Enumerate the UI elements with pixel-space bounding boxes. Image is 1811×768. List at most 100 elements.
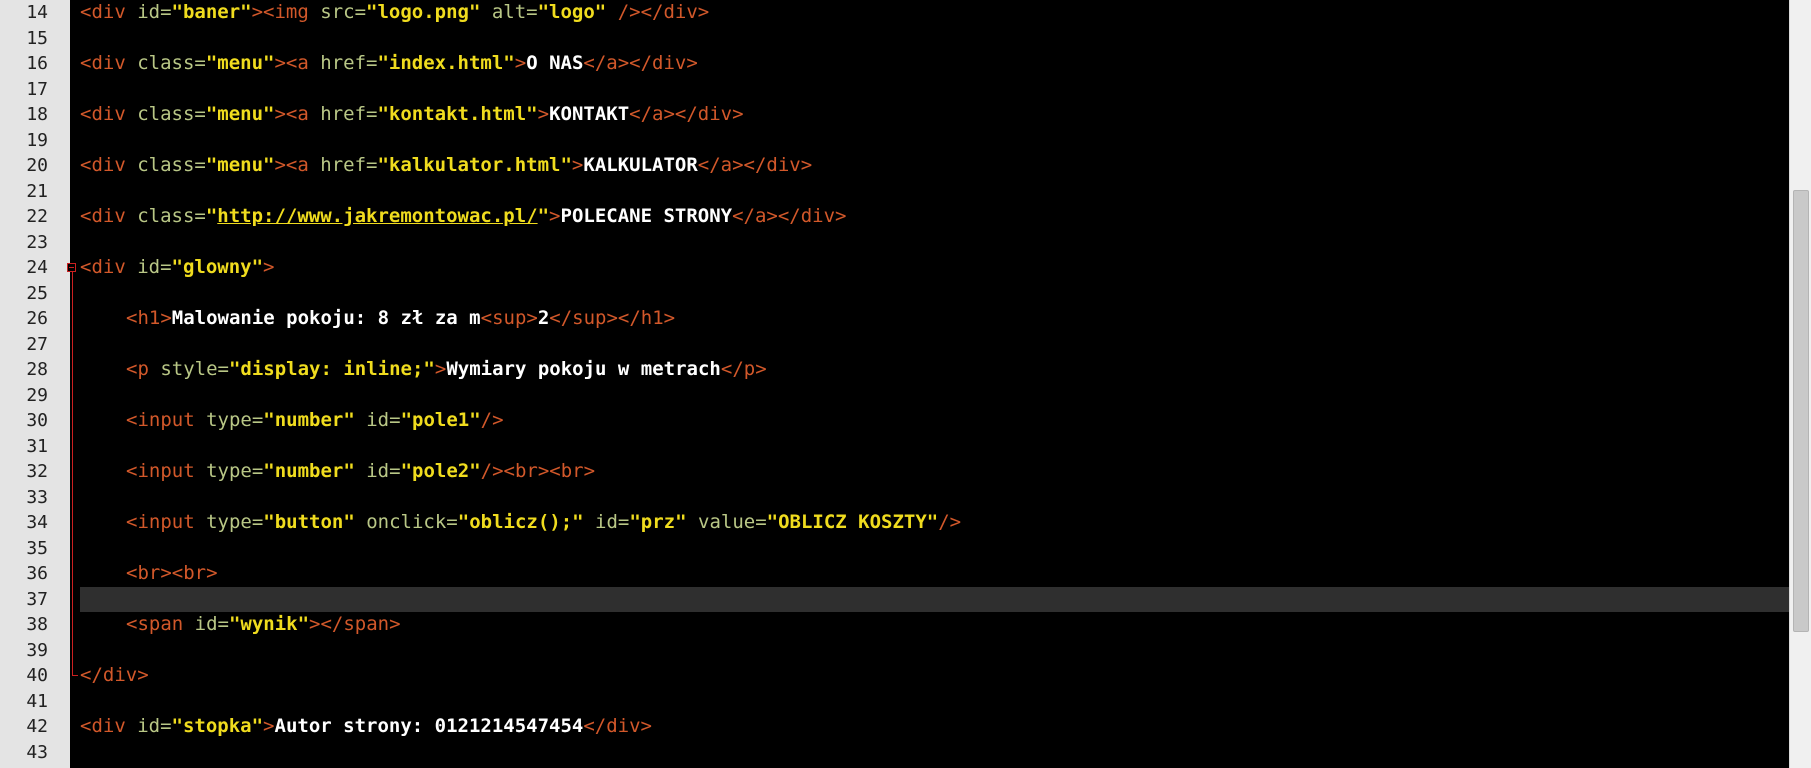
code-line-content[interactable] (80, 536, 1790, 562)
code-line-content[interactable]: </div> (80, 663, 1790, 689)
code-line-content[interactable]: <div id="stopka">Autor strony: 012121454… (80, 714, 1790, 740)
code-line[interactable]: 16 <div class="menu"><a href="index.html"… (0, 51, 1790, 77)
code-token: type= (206, 409, 264, 431)
code-line[interactable]: 18 <div class="menu"><a href="kontakt.htm… (0, 102, 1790, 128)
code-editor[interactable]: 14 <div id="baner"><img src="logo.png" al… (0, 0, 1811, 768)
code-token: > (514, 52, 527, 74)
code-line-content[interactable]: <div class="http://www.jakremontowac.pl/… (80, 204, 1790, 230)
code-line[interactable]: 34 <input type="button" onclick="oblicz()… (0, 510, 1790, 536)
code-token: POLECANE STRONY (560, 205, 733, 227)
code-token: class= (137, 52, 206, 74)
line-number: 42 (26, 716, 48, 737)
code-token: href= (320, 52, 378, 74)
line-number: 18 (26, 104, 48, 125)
code-token: <br><br> (126, 562, 218, 584)
code-token: href= (320, 154, 378, 176)
code-line[interactable]: 26 <h1>Malowanie pokoju: 8 zł za m<sup>2<… (0, 306, 1790, 332)
code-line[interactable]: 29 (0, 383, 1790, 409)
vertical-scrollbar[interactable] (1789, 0, 1811, 768)
code-line[interactable]: 32 <input type="number" id="pole2"/><br><… (0, 459, 1790, 485)
code-line[interactable]: 14 <div id="baner"><img src="logo.png" al… (0, 0, 1790, 26)
code-line[interactable]: 36 <br><br> (0, 561, 1790, 587)
code-line-content[interactable]: <div class="menu"><a href="kontakt.html"… (80, 102, 1790, 128)
code-line-content[interactable] (80, 230, 1790, 256)
code-line-content[interactable] (80, 179, 1790, 205)
code-line[interactable]: 38 <span id="wynik"></span> (0, 612, 1790, 638)
line-number: 15 (26, 27, 48, 49)
code-line[interactable]: 27 (0, 332, 1790, 358)
code-line-content[interactable]: <br><br> (80, 561, 1790, 587)
code-text: <div class="http://www.jakremontowac.pl/… (80, 204, 846, 230)
code-token: "menu" (205, 52, 275, 74)
code-line[interactable]: 24 <div id="glowny"> (0, 255, 1790, 281)
code-line-content[interactable] (80, 485, 1790, 511)
code-line-content[interactable] (80, 586, 1790, 612)
fold-range-line (72, 272, 73, 676)
code-token: "number" (263, 409, 355, 431)
code-line[interactable]: 19 (0, 128, 1790, 154)
code-line[interactable]: 43 (0, 740, 1790, 766)
code-line-content[interactable] (80, 689, 1790, 715)
code-line[interactable]: 15 (0, 26, 1790, 52)
code-token: <span (126, 613, 195, 635)
code-token: /> (938, 511, 962, 533)
fold-toggle-icon[interactable] (67, 263, 76, 272)
code-line[interactable]: 41 (0, 689, 1790, 715)
code-line-content[interactable] (80, 281, 1790, 307)
code-line[interactable]: 31 (0, 434, 1790, 460)
code-line-content[interactable] (80, 128, 1790, 154)
code-line[interactable]: 25 (0, 281, 1790, 307)
code-token: "kontakt.html" (377, 103, 538, 125)
code-line[interactable]: 40 </div> (0, 663, 1790, 689)
code-line[interactable]: 37 (0, 586, 1790, 612)
code-token: ></span> (309, 613, 401, 635)
code-token: ><a (274, 52, 321, 74)
line-number: 35 (26, 537, 48, 559)
code-token: id= (137, 1, 172, 23)
line-number: 22 (26, 206, 48, 227)
code-token: " (537, 205, 550, 227)
code-line-content[interactable]: <div class="menu"><a href="index.html">O… (80, 51, 1790, 77)
code-token: value= (686, 511, 767, 533)
code-line-content[interactable]: <input type="number" id="pole1"/> (80, 408, 1790, 434)
code-text: </div> (80, 663, 149, 689)
code-line[interactable]: 30 <input type="number" id="pole1"/> (0, 408, 1790, 434)
code-line-content[interactable]: <div id="glowny"> (80, 255, 1790, 281)
code-line[interactable]: 39 (0, 638, 1790, 664)
code-line-content[interactable]: <h1>Malowanie pokoju: 8 zł za m<sup>2</s… (80, 306, 1790, 332)
code-line-content[interactable]: <p style="display: inline;">Wymiary poko… (80, 357, 1790, 383)
code-line[interactable]: 20 <div class="menu"><a href="kalkulator.… (0, 153, 1790, 179)
code-line[interactable]: 23 (0, 230, 1790, 256)
code-line[interactable]: 17 (0, 77, 1790, 103)
code-line[interactable]: 42 <div id="stopka">Autor strony: 0121214… (0, 714, 1790, 740)
code-token: "menu" (205, 103, 275, 125)
code-token: </a></div> (583, 52, 698, 74)
code-token: type= (206, 511, 264, 533)
code-lines[interactable]: 14 <div id="baner"><img src="logo.png" al… (0, 0, 1790, 765)
code-line-content[interactable]: <div id="baner"><img src="logo.png" alt=… (80, 0, 1790, 26)
code-token: "menu" (205, 154, 275, 176)
code-token: "glowny" (171, 256, 264, 278)
code-line-content[interactable]: <input type="button" onclick="oblicz();"… (80, 510, 1790, 536)
scrollbar-thumb[interactable] (1793, 190, 1809, 632)
code-line-content[interactable] (80, 383, 1790, 409)
code-line[interactable]: 28 <p style="display: inline;">Wymiary po… (0, 357, 1790, 383)
code-line-content[interactable] (80, 332, 1790, 358)
code-token: class= (137, 205, 206, 227)
code-line-content[interactable]: <div class="menu"><a href="kalkulator.ht… (80, 153, 1790, 179)
code-token: "index.html" (377, 52, 515, 74)
line-number: 23 (26, 231, 48, 253)
code-line-content[interactable]: <span id="wynik"></span> (80, 612, 1790, 638)
code-line-content[interactable] (80, 77, 1790, 103)
code-line-content[interactable] (80, 740, 1790, 766)
code-line-content[interactable]: <input type="number" id="pole2"/><br><br… (80, 459, 1790, 485)
code-line-content[interactable] (80, 638, 1790, 664)
code-line-content[interactable] (80, 434, 1790, 460)
code-line[interactable]: 33 (0, 485, 1790, 511)
code-line[interactable]: 21 (0, 179, 1790, 205)
code-line-content[interactable] (80, 26, 1790, 52)
code-text: <div class="menu"><a href="index.html">O… (80, 51, 698, 77)
code-line[interactable]: 35 (0, 536, 1790, 562)
code-text: <div class="menu"><a href="kontakt.html"… (80, 102, 744, 128)
code-line[interactable]: 22 <div class="http://www.jakremontowac.p… (0, 204, 1790, 230)
